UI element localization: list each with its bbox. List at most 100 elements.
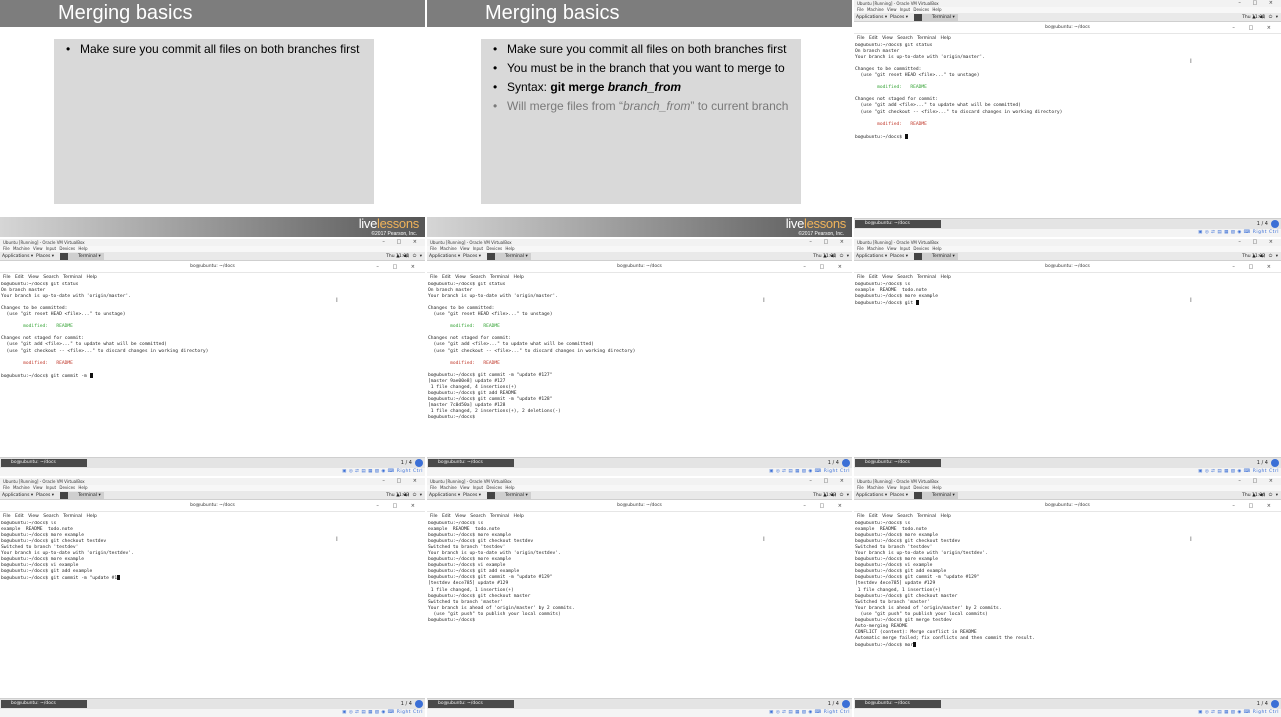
workspace-switcher-icon[interactable] bbox=[842, 700, 850, 708]
workspace-indicator[interactable]: 1 / 4 bbox=[1257, 219, 1268, 229]
bullet-text: Make sure you commit all files on both b… bbox=[507, 42, 787, 56]
terminal-menubar[interactable]: File Edit View Search Terminal Help bbox=[854, 35, 1281, 43]
terminal-app-menu[interactable]: Terminal ▾ bbox=[914, 253, 958, 260]
system-menu-icon[interactable]: ▲ ◀) ⏻ ▾ bbox=[1252, 491, 1279, 500]
system-menu-icon[interactable]: ▲ ◀) ⏻ ▾ bbox=[823, 491, 850, 500]
ibeam-cursor-icon: I bbox=[1190, 297, 1192, 304]
workspace-switcher-icon[interactable] bbox=[842, 459, 850, 467]
taskbar-terminal-item[interactable]: bo@ubuntu: ~/docs bbox=[1, 459, 87, 467]
workspace-indicator[interactable]: 1 / 4 bbox=[828, 458, 839, 468]
places-menu[interactable]: Places ▾ bbox=[463, 491, 481, 500]
terminal-menubar[interactable]: File Edit View Search Terminal Help bbox=[854, 513, 1281, 521]
slide-title-bar: Merging basics bbox=[427, 0, 852, 27]
logo-lessons: lessons bbox=[804, 216, 846, 231]
terminal-output[interactable]: bo@ubuntu:~/docs$ git status On branch ma… bbox=[428, 282, 851, 448]
workspace-switcher-icon[interactable] bbox=[1271, 220, 1279, 228]
terminal-menubar[interactable]: File Edit View Search Terminal Help bbox=[427, 274, 852, 282]
applications-menu[interactable]: Applications ▾ bbox=[856, 13, 887, 22]
taskbar-terminal-item[interactable]: bo@ubuntu: ~/docs bbox=[855, 459, 941, 467]
taskbar-terminal-item[interactable]: bo@ubuntu: ~/docs bbox=[428, 700, 514, 708]
terminal-menubar[interactable]: File Edit View Search Terminal Help bbox=[854, 274, 1281, 282]
vm-window-controls[interactable]: – □ × bbox=[382, 239, 422, 246]
gnome-top-bar: Applications ▾ Places ▾ Terminal ▾ Thu 11:0… bbox=[854, 252, 1281, 261]
vm-window-title: Ubuntu [Running] - Oracle VM VirtualBox –… bbox=[427, 239, 852, 246]
places-menu[interactable]: Places ▾ bbox=[890, 13, 908, 22]
workspace-indicator[interactable]: 1 / 4 bbox=[828, 699, 839, 709]
workspace-switcher-icon[interactable] bbox=[415, 700, 423, 708]
applications-menu[interactable]: Applications ▾ bbox=[856, 252, 887, 261]
terminal-window-controls[interactable]: – □ × bbox=[1232, 22, 1277, 34]
vm-window-controls[interactable]: – □ × bbox=[382, 478, 422, 485]
terminal-output[interactable]: bo@ubuntu:~/docs$ ls example README todo.… bbox=[855, 282, 1280, 448]
terminal-window-controls[interactable]: – □ × bbox=[803, 261, 848, 273]
system-menu-icon[interactable]: ▲ ◀) ⏻ ▾ bbox=[1252, 13, 1279, 22]
terminal-window-controls[interactable]: – □ × bbox=[376, 500, 421, 512]
system-menu-icon[interactable]: ▲ ◀) ⏻ ▾ bbox=[1252, 252, 1279, 261]
places-menu[interactable]: Places ▾ bbox=[890, 491, 908, 500]
workspace-switcher-icon[interactable] bbox=[1271, 700, 1279, 708]
applications-menu[interactable]: Applications ▾ bbox=[2, 491, 33, 500]
system-menu-icon[interactable]: ▲ ◀) ⏻ ▾ bbox=[823, 252, 850, 261]
terminal-app-menu[interactable]: Terminal ▾ bbox=[487, 492, 531, 499]
vm-window-controls[interactable]: – □ × bbox=[1238, 239, 1278, 246]
applications-menu[interactable]: Applications ▾ bbox=[856, 491, 887, 500]
places-menu[interactable]: Places ▾ bbox=[463, 252, 481, 261]
terminal-output[interactable]: bo@ubuntu:~/docs$ ls example README todo.… bbox=[1, 521, 424, 689]
vm-status-icons: ▣ ◎ ⇄ ▤ ▦ ▧ ◉ ⌨ Right Ctrl bbox=[342, 469, 423, 474]
applications-menu[interactable]: Applications ▾ bbox=[429, 491, 460, 500]
terminal-menubar[interactable]: File Edit View Search Terminal Help bbox=[0, 513, 425, 521]
vm-window-controls[interactable]: – □ × bbox=[809, 478, 849, 485]
slide-footer: livelessons ©2017 Pearson, Inc. bbox=[427, 217, 852, 237]
livelessons-logo: livelessons bbox=[358, 216, 420, 231]
terminal-output[interactable]: bo@ubuntu:~/docs$ git status On branch ma… bbox=[855, 43, 1280, 209]
terminal-menubar[interactable]: File Edit View Search Terminal Help bbox=[0, 274, 425, 282]
taskbar-terminal-item[interactable]: bo@ubuntu: ~/docs bbox=[855, 220, 941, 228]
vm-window-controls[interactable]: – □ × bbox=[1238, 478, 1278, 485]
text-cursor bbox=[89, 372, 93, 378]
text-cursor bbox=[117, 575, 121, 581]
terminal-app-menu[interactable]: Terminal ▾ bbox=[914, 492, 958, 499]
applications-menu[interactable]: Applications ▾ bbox=[2, 252, 33, 261]
bullet-text: You must be in the branch that you want … bbox=[507, 61, 785, 75]
workspace-indicator[interactable]: 1 / 4 bbox=[1257, 699, 1268, 709]
terminal-output[interactable]: bo@ubuntu:~/docs$ ls example README todo.… bbox=[428, 521, 851, 689]
places-menu[interactable]: Places ▾ bbox=[890, 252, 908, 261]
terminal-titlebar: bo@ubuntu: ~/docs – □ × bbox=[0, 261, 425, 273]
vm-window-controls[interactable]: – □ × bbox=[809, 239, 849, 246]
taskbar-terminal-item[interactable]: bo@ubuntu: ~/docs bbox=[1, 700, 87, 708]
terminal-window-controls[interactable]: – □ × bbox=[376, 261, 421, 273]
terminal-line: bo@ubuntu:~/docs$ bbox=[428, 617, 478, 623]
terminal-output[interactable]: bo@ubuntu:~/docs$ git status On branch ma… bbox=[1, 282, 424, 448]
copyright: ©2017 Pearson, Inc. bbox=[798, 231, 844, 237]
bullet-text: Make sure you commit all files on both b… bbox=[80, 42, 360, 56]
terminal-menubar[interactable]: File Edit View Search Terminal Help bbox=[427, 513, 852, 521]
terminal-app-menu[interactable]: Terminal ▾ bbox=[60, 253, 104, 260]
system-menu-icon[interactable]: ▲ ◀) ⏻ ▾ bbox=[396, 252, 423, 261]
terminal-line: bo@ubuntu:~/docs$ git commit -m "update … bbox=[1, 575, 424, 581]
bullet-item: • Will merge files from “branch_from” to … bbox=[487, 97, 788, 116]
places-menu[interactable]: Places ▾ bbox=[36, 491, 54, 500]
workspace-indicator[interactable]: 1 / 4 bbox=[401, 458, 412, 468]
terminal-app-menu[interactable]: Terminal ▾ bbox=[60, 492, 104, 499]
copyright: ©2017 Pearson, Inc. bbox=[371, 231, 417, 237]
terminal-app-menu[interactable]: Terminal ▾ bbox=[914, 14, 958, 21]
terminal-app-menu[interactable]: Terminal ▾ bbox=[487, 253, 531, 260]
terminal-output[interactable]: bo@ubuntu:~/docs$ ls example README todo.… bbox=[855, 521, 1280, 689]
workspace-switcher-icon[interactable] bbox=[1271, 459, 1279, 467]
logo-live: live bbox=[358, 216, 378, 231]
terminal-window-controls[interactable]: – □ × bbox=[1232, 500, 1277, 512]
workspace-indicator[interactable]: 1 / 4 bbox=[401, 699, 412, 709]
bullet-item: • Syntax: git merge branch_from bbox=[487, 78, 788, 97]
workspace-indicator[interactable]: 1 / 4 bbox=[1257, 458, 1268, 468]
terminal-window-controls[interactable]: – □ × bbox=[803, 500, 848, 512]
system-menu-icon[interactable]: ▲ ◀) ⏻ ▾ bbox=[396, 491, 423, 500]
workspace-switcher-icon[interactable] bbox=[415, 459, 423, 467]
taskbar-terminal-item[interactable]: bo@ubuntu: ~/docs bbox=[855, 700, 941, 708]
vm-window-controls[interactable]: – □ × bbox=[1238, 0, 1278, 7]
taskbar-terminal-item[interactable]: bo@ubuntu: ~/docs bbox=[428, 459, 514, 467]
places-menu[interactable]: Places ▾ bbox=[36, 252, 54, 261]
terminal-window-controls[interactable]: – □ × bbox=[1232, 261, 1277, 273]
applications-menu[interactable]: Applications ▾ bbox=[429, 252, 460, 261]
gnome-top-bar: Applications ▾ Places ▾ Terminal ▾ Thu 11:0… bbox=[427, 252, 852, 261]
vm-window-title: Ubuntu [Running] - Oracle VM VirtualBox –… bbox=[0, 478, 425, 485]
